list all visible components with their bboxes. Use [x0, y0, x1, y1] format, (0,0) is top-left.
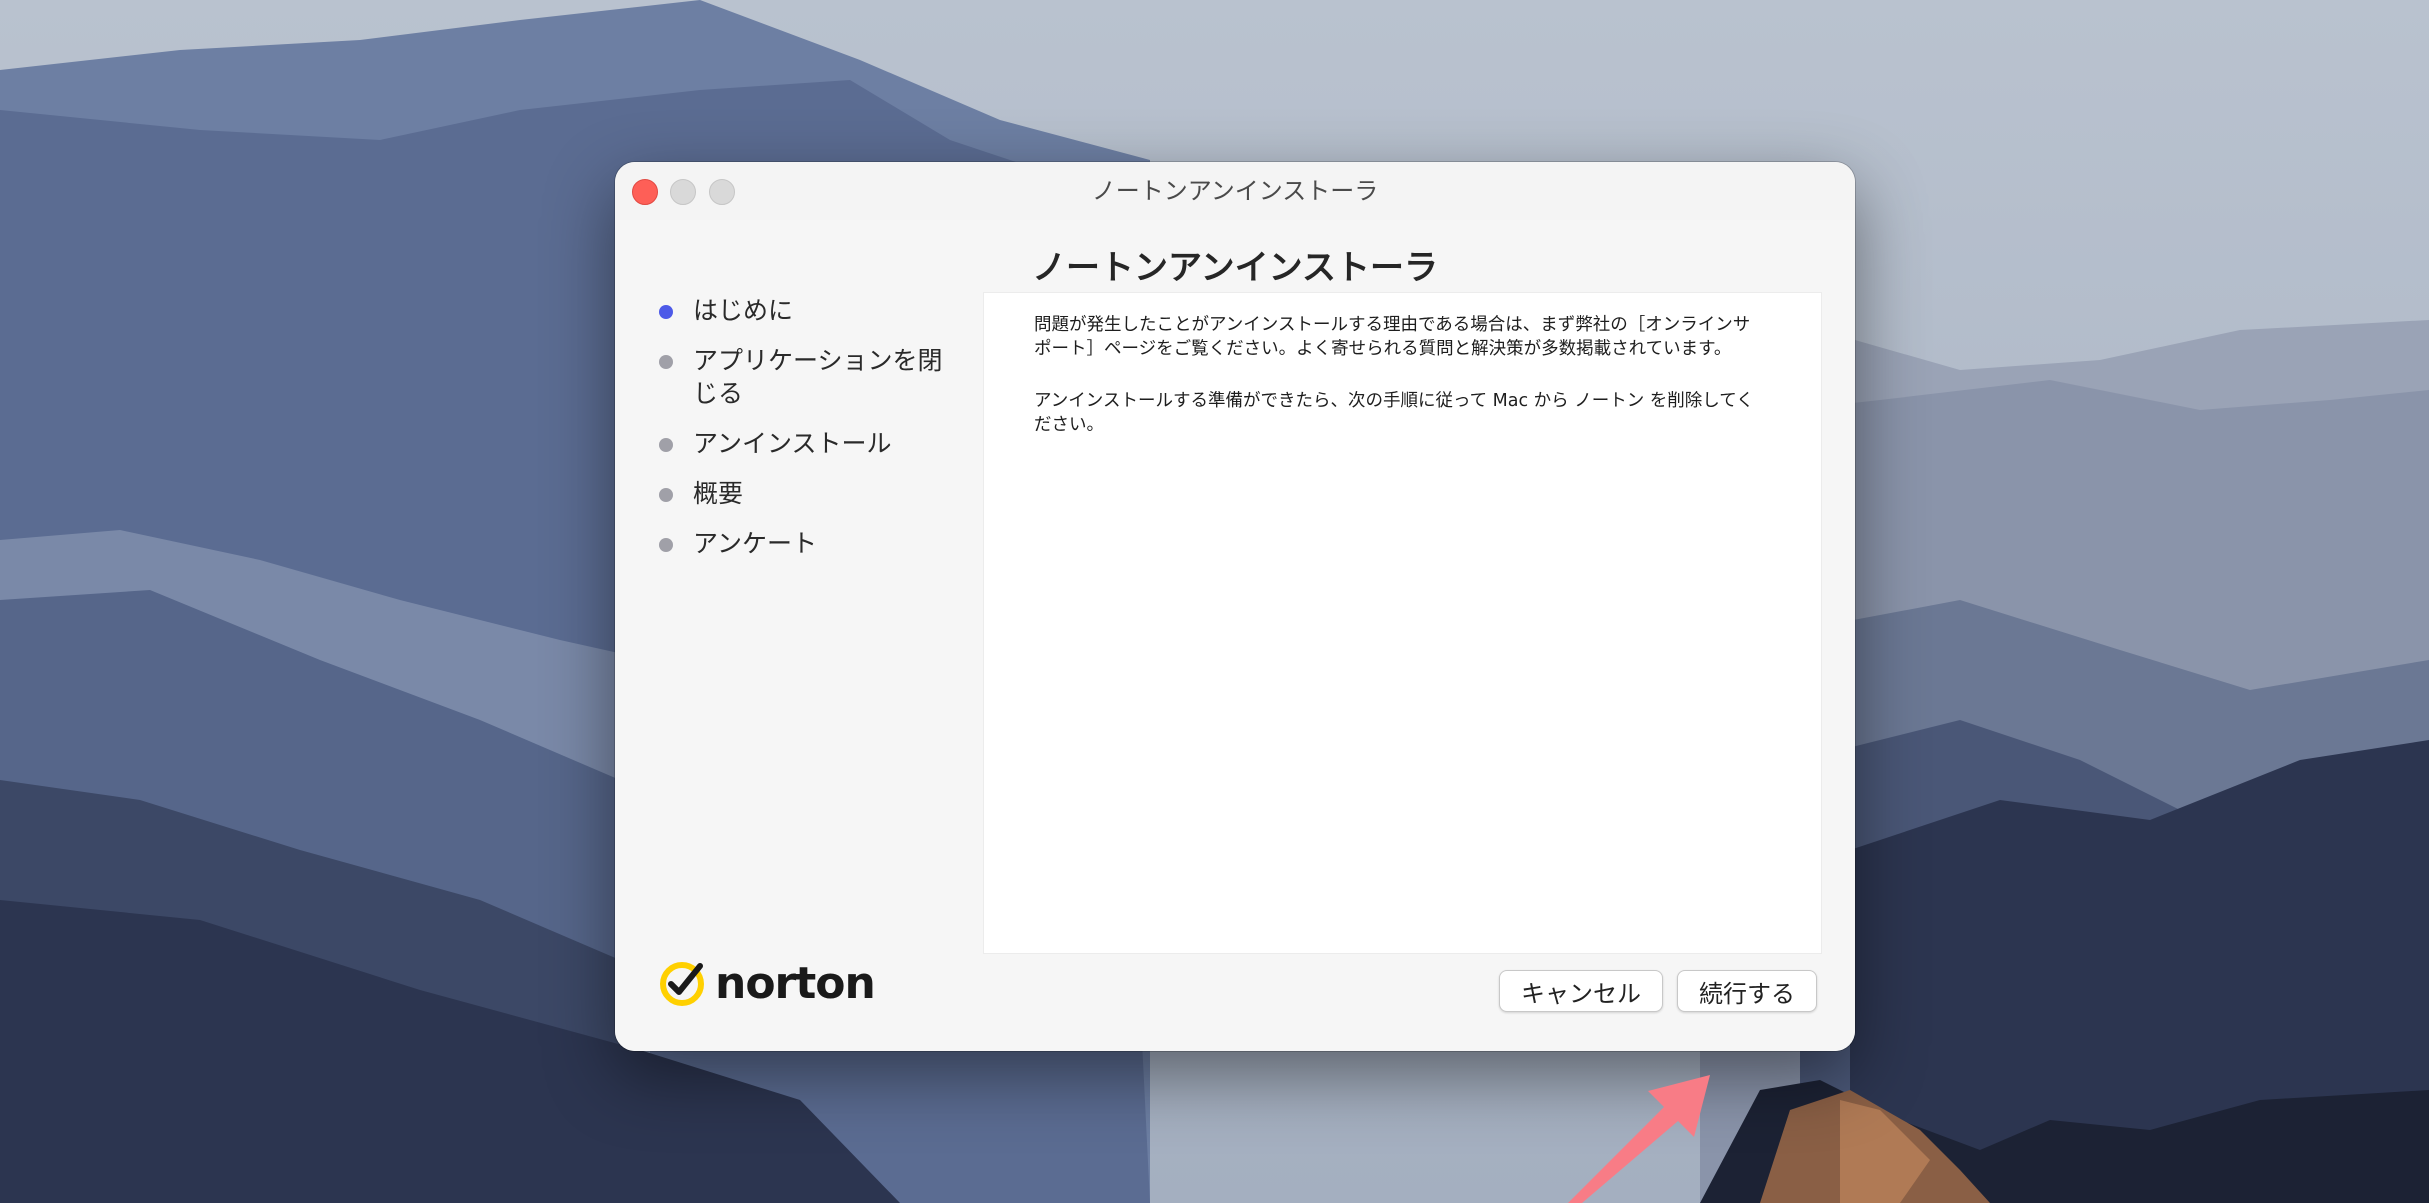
window-title: ノートンアンインストーラ: [1091, 177, 1379, 205]
step-dot-icon: [659, 538, 673, 552]
step-label: アンケート: [693, 529, 818, 558]
continue-button[interactable]: 続行する: [1677, 970, 1817, 1012]
intro-paragraph: 問題が発生したことがアンインストールする理由である場合は、まず弊社の［オンライン…: [1034, 315, 1751, 359]
step-item-summary: 概要: [655, 477, 953, 510]
step-label: はじめに: [693, 296, 794, 325]
step-label: アプリケーションを閉じる: [693, 346, 943, 408]
title-bar[interactable]: ノートンアンインストーラ: [615, 162, 1855, 221]
cancel-button[interactable]: キャンセル: [1499, 970, 1663, 1012]
instruction-paragraph: アンインストールする準備ができたら、次の手順に従って Mac から ノートン を…: [1034, 391, 1754, 435]
step-dot-icon: [659, 488, 673, 502]
step-item-uninstall: アンインストール: [655, 427, 953, 460]
step-item-introduction: はじめに: [655, 294, 953, 327]
pointer-arrow-icon: [1568, 1075, 1710, 1203]
content-panel: 問題が発生したことがアンインストールする理由である場合は、まず弊社の［オンライン…: [983, 292, 1822, 954]
page-heading: ノートンアンインストーラ: [1032, 248, 1438, 288]
step-label: アンインストール: [693, 429, 892, 458]
step-label: 概要: [693, 479, 744, 508]
norton-logo: norton: [658, 957, 898, 1011]
step-item-close-apps: アプリケーションを閉じる: [655, 344, 953, 410]
step-dot-icon: [659, 355, 673, 369]
step-item-survey: アンケート: [655, 527, 953, 560]
uninstaller-window: ノートンアンインストーラ ノートンアンインストーラ はじめに アプリケーションを…: [615, 162, 1855, 1051]
norton-logo-text: norton: [715, 958, 876, 1009]
step-active-dot-icon: [659, 305, 673, 319]
step-dot-icon: [659, 438, 673, 452]
norton-check-icon: [660, 962, 704, 1006]
